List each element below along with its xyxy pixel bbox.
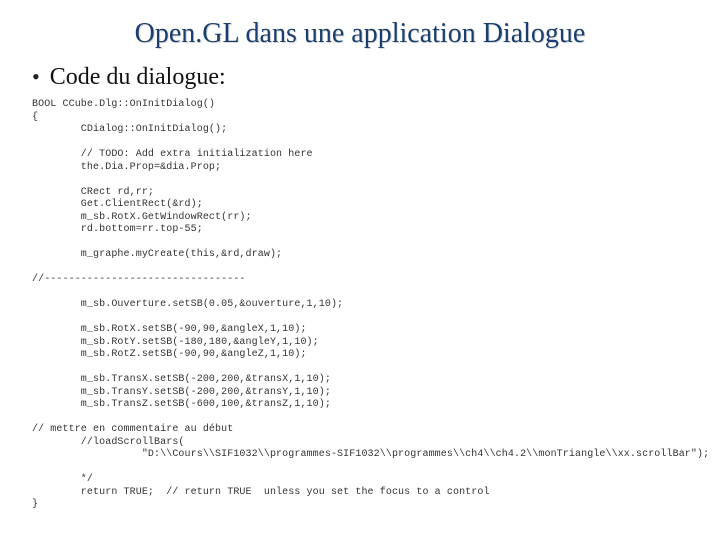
code-line	[32, 362, 692, 375]
code-line	[32, 137, 692, 150]
code-line: */	[32, 474, 692, 487]
code-line	[32, 287, 692, 300]
code-line: m_sb.RotX.setSB(-90,90,&angleX,1,10);	[32, 324, 692, 337]
code-line: m_sb.TransZ.setSB(-600,100,&transZ,1,10)…	[32, 399, 692, 412]
code-line: "D:\\Cours\\SIF1032\\programmes-SIF1032\…	[32, 449, 692, 462]
code-line	[32, 462, 692, 475]
code-line: m_sb.TransX.setSB(-200,200,&transX,1,10)…	[32, 374, 692, 387]
code-line: // mettre en commentaire au début	[32, 424, 692, 437]
code-line: m_sb.RotY.setSB(-180,180,&angleY,1,10);	[32, 337, 692, 350]
bullet-row: • Code du dialogue:	[32, 64, 692, 91]
code-line: Get.ClientRect(&rd);	[32, 199, 692, 212]
code-line: return TRUE; // return TRUE unless you s…	[32, 487, 692, 500]
code-line: m_sb.RotX.GetWindowRect(rr);	[32, 212, 692, 225]
code-line: //---------------------------------	[32, 274, 692, 287]
code-line	[32, 262, 692, 275]
code-line	[32, 312, 692, 325]
code-line: the.Dia.Prop=&dia.Prop;	[32, 162, 692, 175]
code-line: // TODO: Add extra initialization here	[32, 149, 692, 162]
code-block: BOOL CCube.Dlg::OnInitDialog(){ CDialog:…	[32, 99, 692, 512]
code-line: BOOL CCube.Dlg::OnInitDialog()	[32, 99, 692, 112]
code-line	[32, 174, 692, 187]
code-line	[32, 412, 692, 425]
code-line: m_graphe.myCreate(this,&rd,draw);	[32, 249, 692, 262]
code-line: m_sb.Ouverture.setSB(0.05,&ouverture,1,1…	[32, 299, 692, 312]
code-line: }	[32, 499, 692, 512]
code-line	[32, 237, 692, 250]
code-line: m_sb.TransY.setSB(-200,200,&transY,1,10)…	[32, 387, 692, 400]
code-line: {	[32, 112, 692, 125]
code-line: CRect rd,rr;	[32, 187, 692, 200]
slide: Open.GL dans une application Dialogue • …	[0, 0, 720, 540]
code-line: rd.bottom=rr.top-55;	[32, 224, 692, 237]
code-line: //loadScrollBars(	[32, 437, 692, 450]
bullet-dot-icon: •	[32, 66, 40, 88]
code-line: CDialog::OnInitDialog();	[32, 124, 692, 137]
code-line: m_sb.RotZ.setSB(-90,90,&angleZ,1,10);	[32, 349, 692, 362]
bullet-text: Code du dialogue:	[50, 64, 226, 91]
slide-title: Open.GL dans une application Dialogue	[28, 18, 692, 50]
